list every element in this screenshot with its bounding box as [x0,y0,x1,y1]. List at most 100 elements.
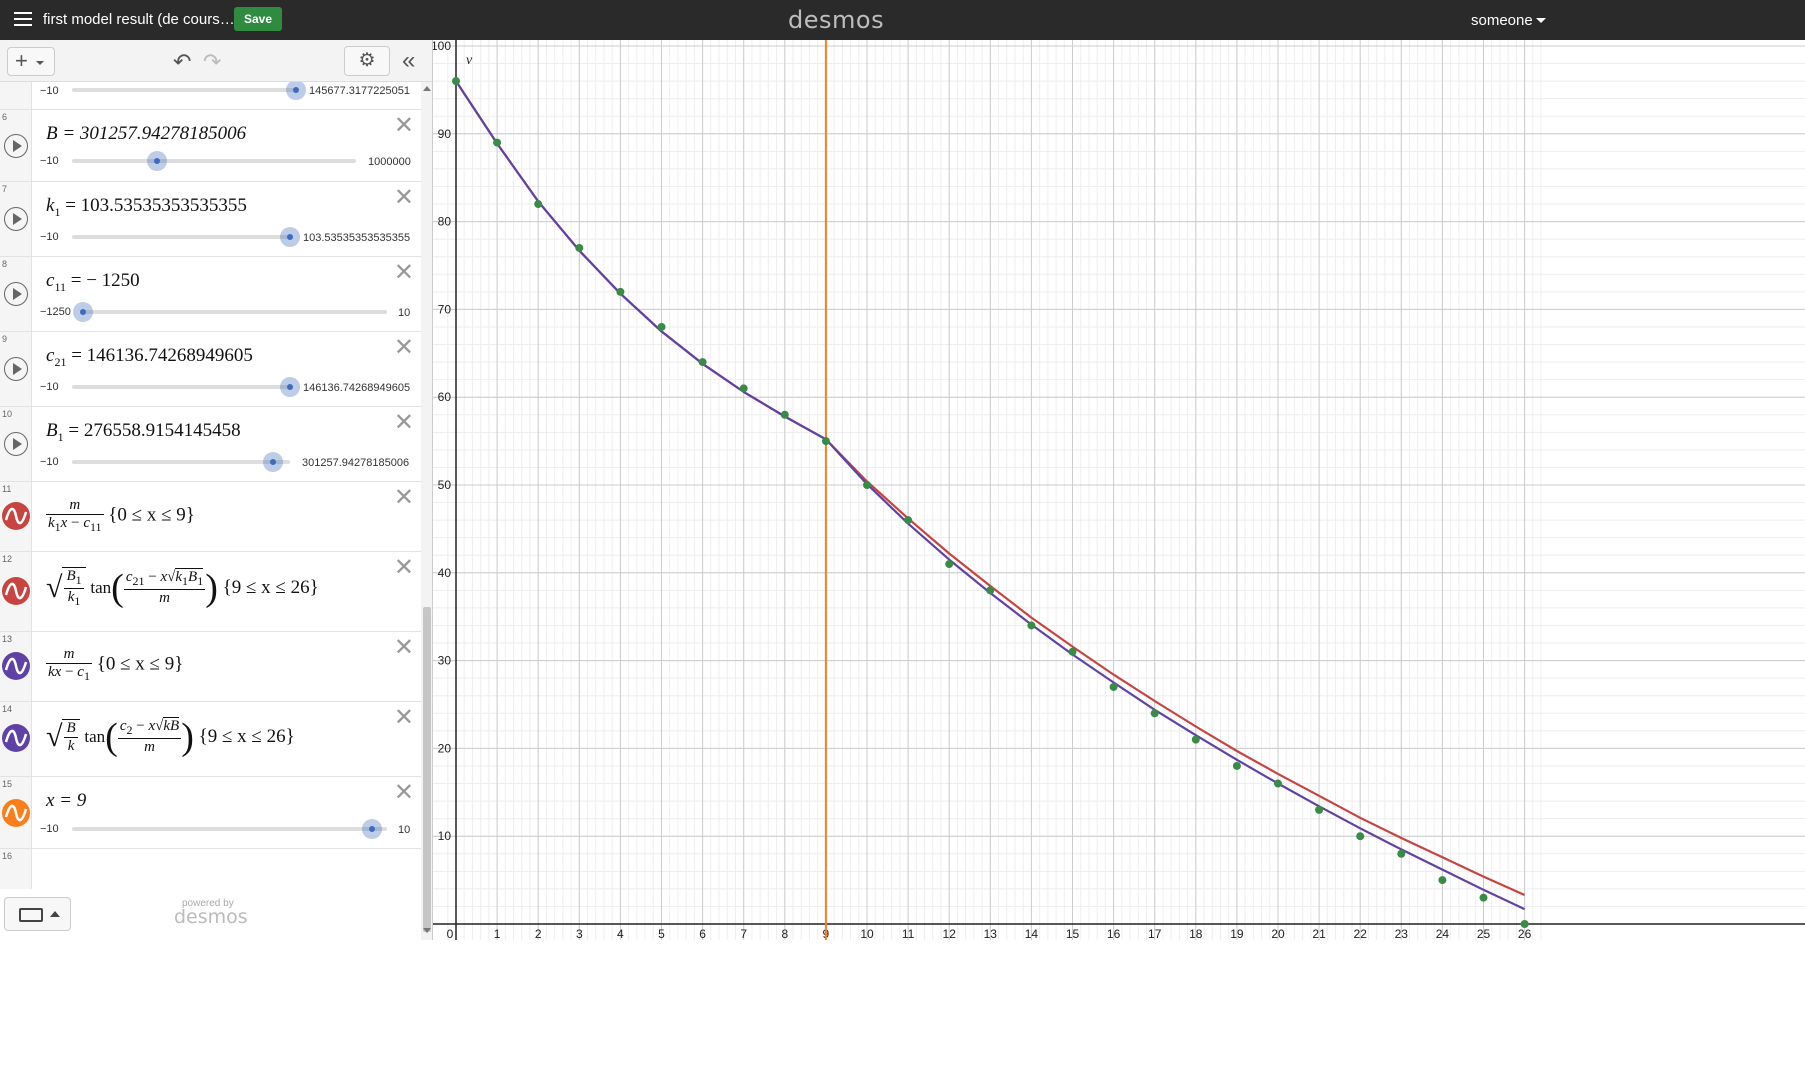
scroll-down-icon[interactable] [423,928,431,933]
expression-latex[interactable]: x = 9 [46,790,86,812]
slider-track[interactable] [72,159,356,163]
expression-latex[interactable]: c21 = 146136.74268949605 [46,345,253,370]
redo-button[interactable]: ↷ [203,49,221,75]
play-icon[interactable] [4,282,28,306]
slider-max[interactable]: 1000000 [368,156,411,168]
x-tick-label: 22 [1354,927,1368,940]
close-icon[interactable]: ✕ [394,556,414,580]
close-icon[interactable]: ✕ [394,261,414,285]
expression-number: 6 [2,112,8,122]
collapse-panel-button[interactable]: « [402,47,416,75]
slider-min[interactable]: −10 [40,823,59,835]
y-tick-label: 40 [438,566,452,580]
slider-max[interactable]: 301257.94278185006 [302,457,409,469]
scrollbar-thumb[interactable] [423,607,431,932]
add-item-button[interactable]: + [7,47,55,76]
expression-number: 7 [2,184,8,194]
slider-thumb[interactable] [147,151,167,171]
close-icon[interactable]: ✕ [394,706,414,730]
expression-latex[interactable]: B1 = 276558.9154145458 [46,420,241,445]
scrollbar[interactable] [421,82,432,940]
expression-latex[interactable]: k1 = 103.53535353535355 [46,195,247,220]
expression-latex[interactable]: m k1x − c11 {0 ≤ x ≤ 9} [46,497,195,535]
keyboard-toggle-button[interactable] [4,897,71,931]
slider-min[interactable]: −10 [40,155,59,167]
slider-track[interactable] [72,827,387,831]
close-icon[interactable]: ✕ [394,186,414,210]
expression-item[interactable]: −10 145677.3177225051 [0,82,421,110]
close-icon[interactable]: ✕ [394,336,414,360]
close-icon[interactable]: ✕ [394,114,414,138]
slider-track[interactable] [72,88,296,92]
slider-max[interactable]: 10 [398,824,410,836]
expression-item[interactable]: 10 B1 = 276558.9154145458 ✕ −10 301257.9… [0,407,421,482]
expression-latex[interactable]: √ B1 k1 tan(c21 − x√k1B1 m) {9 ≤ x ≤ 26} [46,566,319,610]
expression-item[interactable]: 16 [0,849,421,889]
graph-color-icon[interactable] [2,577,30,605]
close-icon[interactable]: ✕ [394,636,414,660]
save-button[interactable]: Save [234,7,282,31]
expression-item[interactable]: 8 c11 = − 1250 ✕ −1250 10 [0,257,421,332]
slider-max[interactable]: 103.53535353535355 [303,232,410,244]
graph-title[interactable]: first model result (de cours… [43,11,235,28]
expression-latex[interactable]: √ Bk tan(c2 − x√kB m) {9 ≤ x ≤ 26} [46,715,295,759]
data-point [986,586,995,595]
slider-track[interactable] [72,235,292,239]
close-icon[interactable]: ✕ [394,411,414,435]
slider-min[interactable]: −10 [40,456,59,468]
slider-min[interactable]: −10 [40,85,59,97]
slider-thumb[interactable] [280,377,300,397]
chevron-down-icon[interactable] [1536,18,1546,23]
play-icon[interactable] [4,134,28,158]
expression-item[interactable]: 13 m kx − c1 {0 ≤ x ≤ 9} ✕ [0,632,421,702]
expression-item[interactable]: 12 √ B1 k1 tan(c21 − x√k1B1 m) {9 ≤ x ≤ 26}… [0,552,421,632]
undo-button[interactable]: ↶ [173,49,191,75]
expression-number: 16 [2,851,13,861]
expression-item[interactable]: 6 B = 301257.94278185006 ✕ −10 1000000 [0,110,421,182]
scroll-up-icon[interactable] [423,86,431,91]
slider-thumb[interactable] [73,302,93,322]
settings-button[interactable]: ⚙ [344,46,390,76]
expression-latex[interactable]: c11 = − 1250 [46,270,140,295]
expression-latex[interactable]: m kx − c1 {0 ≤ x ≤ 9} [46,646,183,684]
graph-color-icon[interactable] [2,799,30,827]
graph-color-icon[interactable] [2,724,30,752]
y-tick-label: 30 [438,654,452,668]
close-icon[interactable]: ✕ [394,781,414,805]
close-icon[interactable]: ✕ [394,486,414,510]
slider-max[interactable]: 145677.3177225051 [309,85,410,97]
variable-value: = − 1250 [70,270,140,291]
expression-number: 13 [2,634,13,644]
expression-latex[interactable]: B = 301257.94278185006 [46,123,246,145]
expression-item[interactable]: 11 m k1x − c11 {0 ≤ x ≤ 9} ✕ [0,482,421,552]
graph-color-icon[interactable] [2,652,30,680]
play-icon[interactable] [4,357,28,381]
slider-track[interactable] [72,385,292,389]
slider-thumb[interactable] [286,82,306,100]
menu-icon[interactable] [14,12,32,27]
play-icon[interactable] [4,432,28,456]
expression-item[interactable]: 7 k1 = 103.53535353535355 ✕ −10 103.5353… [0,182,421,257]
play-icon[interactable] [4,207,28,231]
graph-color-icon[interactable] [2,502,30,530]
domain-restriction: {9 ≤ x ≤ 26} [198,726,295,747]
expression-item[interactable]: 15 x = 9 ✕ −10 10 [0,777,421,849]
graph-canvas[interactable]: 0123456789101112131415161718192021222324… [433,40,1805,940]
x-tick-label: 16 [1107,927,1121,940]
expression-item[interactable]: 14 √ Bk tan(c2 − x√kB m) {9 ≤ x ≤ 26} ✕ [0,702,421,777]
user-menu[interactable]: someone [1471,12,1533,29]
slider-max[interactable]: 146136.74268949605 [303,382,410,394]
slider-thumb[interactable] [280,227,300,247]
slider-track[interactable] [72,460,290,464]
slider-thumb[interactable] [263,452,283,472]
slider-min[interactable]: −1250 [40,306,71,318]
slider-thumb[interactable] [362,819,382,839]
y-tick-label: 60 [438,390,452,404]
slider-track[interactable] [80,310,387,314]
slider-min[interactable]: −10 [40,231,59,243]
slider-min[interactable]: −10 [40,381,59,393]
x-tick-label: 13 [984,927,998,940]
expression-item[interactable]: 9 c21 = 146136.74268949605 ✕ −10 146136.… [0,332,421,407]
slider-max[interactable]: 10 [398,307,410,319]
graph-paper[interactable]: 0123456789101112131415161718192021222324… [433,40,1805,940]
